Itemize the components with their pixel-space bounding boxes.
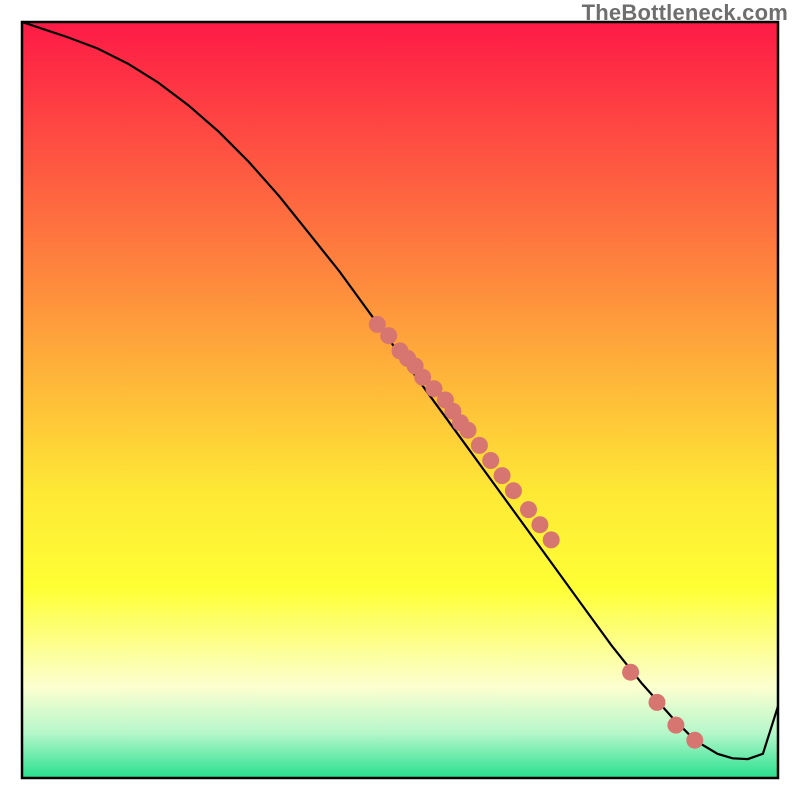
data-point — [494, 467, 511, 484]
data-point — [686, 732, 703, 749]
chart-svg — [0, 0, 800, 800]
data-point — [471, 437, 488, 454]
data-point — [667, 717, 684, 734]
data-point — [543, 531, 560, 548]
watermark-text: TheBottleneck.com — [582, 0, 788, 26]
plot-background — [22, 22, 778, 778]
data-point — [622, 664, 639, 681]
data-point — [482, 452, 499, 469]
data-point — [520, 501, 537, 518]
chart-container: TheBottleneck.com — [0, 0, 800, 800]
data-point — [531, 516, 548, 533]
data-point — [505, 482, 522, 499]
data-point — [460, 422, 477, 439]
data-point — [649, 694, 666, 711]
data-point — [380, 327, 397, 344]
